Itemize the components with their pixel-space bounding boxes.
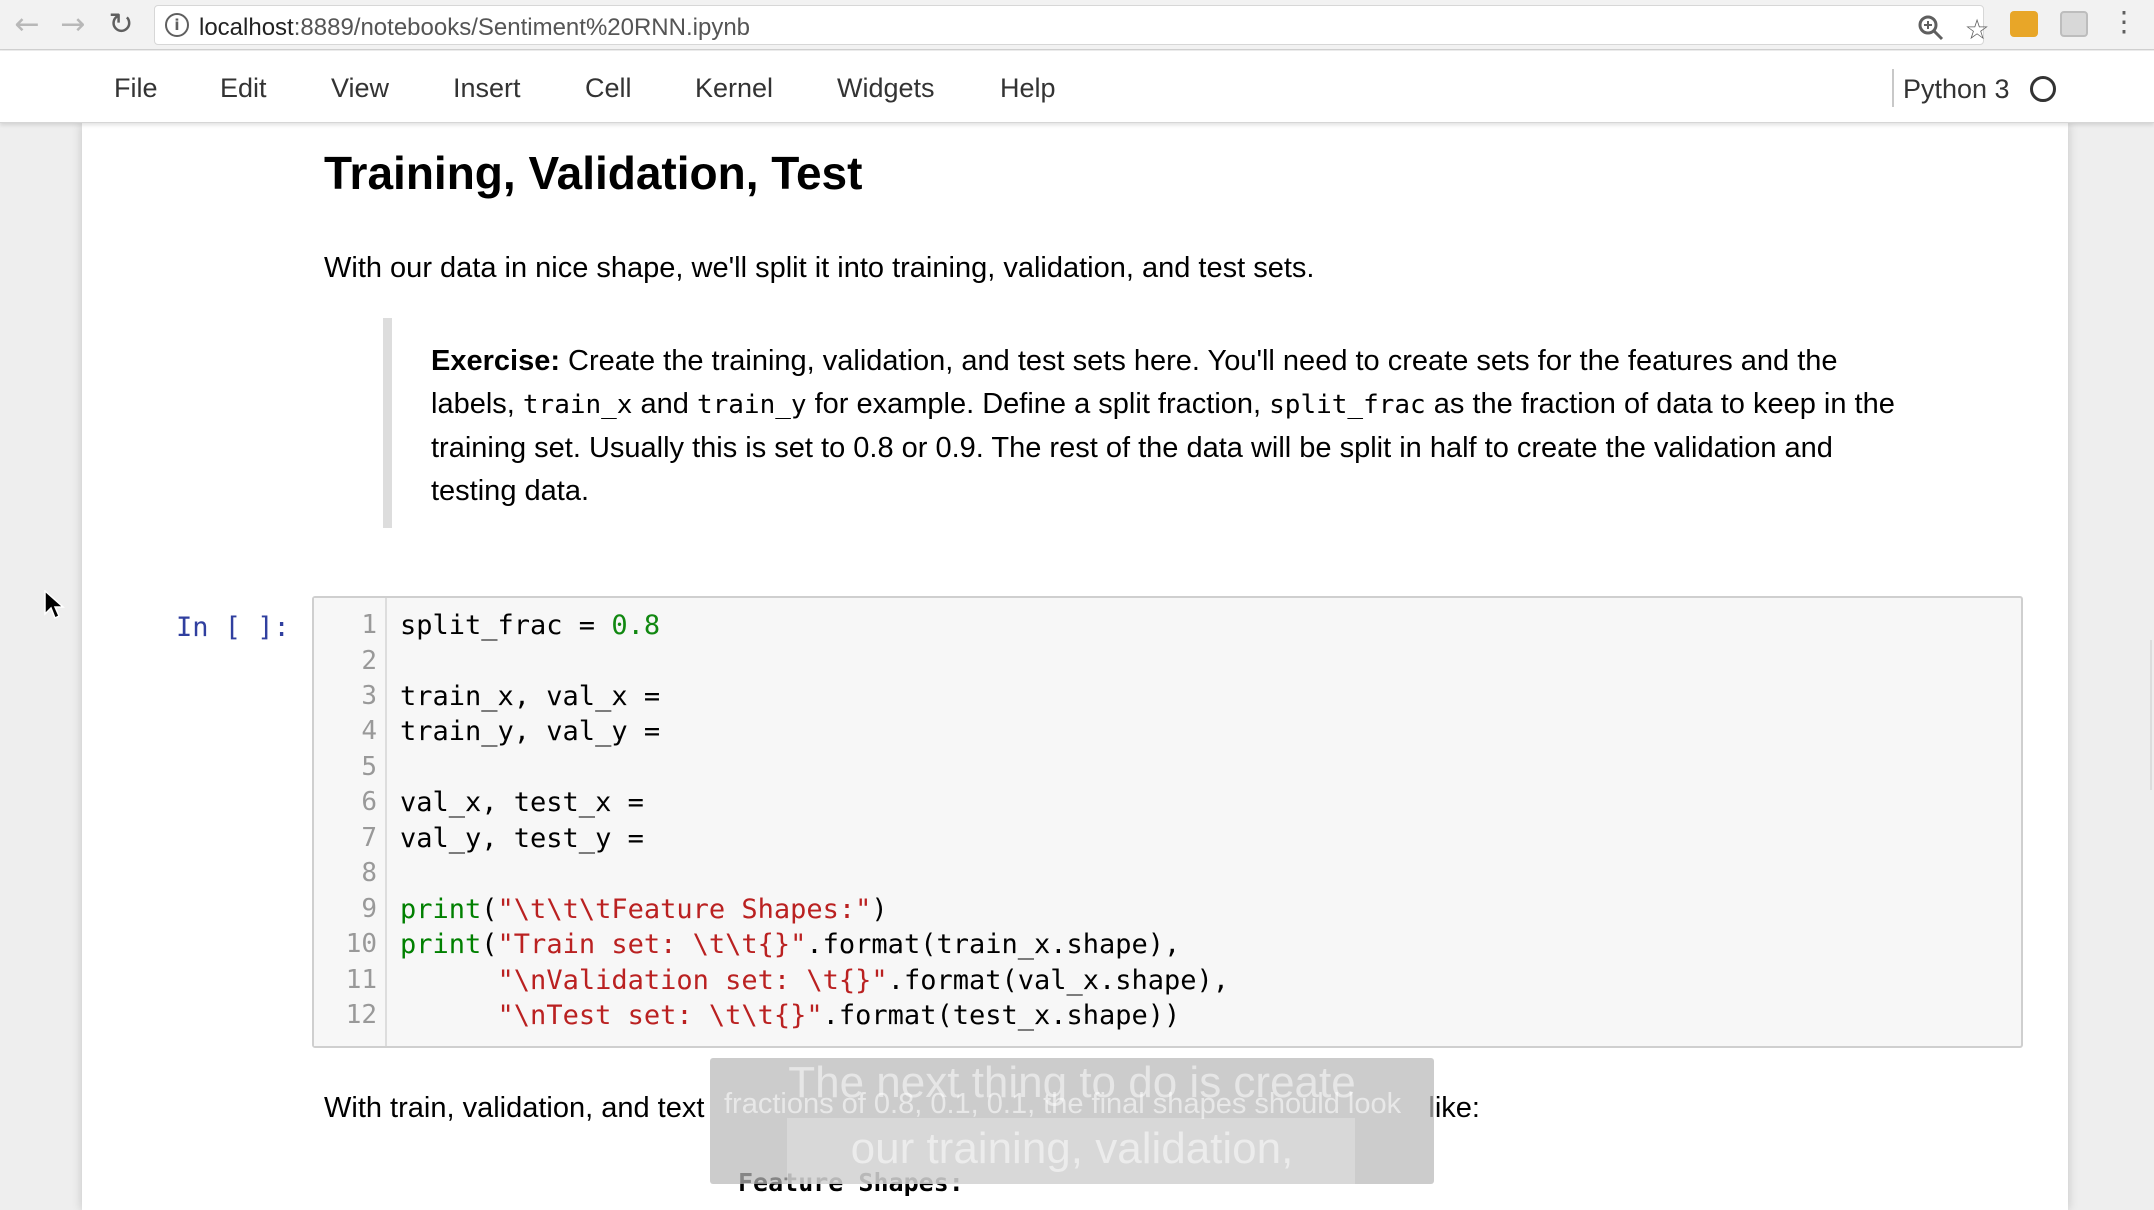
code-line-12: "\nTest set: \t\t{}".format(test_x.shape… [400,1000,1181,1031]
line-number-gutter: 1 2 3 4 5 6 7 8 9 10 11 12 [314,598,387,1046]
line-number: 10 [345,929,377,959]
code-line-1: split_frac = 0.8 [400,610,660,641]
line-number: 8 [361,858,377,888]
menu-kernel[interactable]: Kernel [695,73,773,104]
exercise-text-3: for example. Define a split fraction, [806,388,1270,420]
code-token: .format(test_x.shape)) [822,1000,1181,1031]
exercise-code-split-frac: split_frac [1269,390,1426,420]
caption-line-2: our training, validation, [850,1124,1294,1173]
code-number: 0.8 [611,610,661,641]
code-token: ( [481,929,498,960]
code-cell-editor[interactable]: 1 2 3 4 5 6 7 8 9 10 11 12 split_frac = … [312,596,2023,1048]
code-token: .format(val_x.shape), [887,965,1230,996]
mouse-cursor-icon [44,589,66,625]
exercise-label: Exercise: [431,345,560,377]
code-builtin: print [400,929,482,960]
line-number: 9 [361,894,377,924]
zoom-icon[interactable] [1915,14,1947,46]
url-path: :8889/notebooks/Sentiment%20RNN.ipynb [293,14,751,41]
exercise-code-train-x: train_x [522,390,633,420]
code-string: "\nTest set: \t\t{}" [497,1000,823,1031]
exercise-blockquote: Exercise: Create the training, validatio… [431,340,1921,513]
url-text[interactable]: localhost:8889/notebooks/Sentiment%20RNN… [199,14,750,42]
menu-file[interactable]: File [114,73,158,104]
star-icon[interactable]: ☆ [1961,14,1993,46]
code-builtin: print [400,894,482,925]
kernel-name[interactable]: Python 3 [1903,74,2010,105]
code-string: "\nValidation set: \t{}" [497,965,888,996]
blockquote-bar [383,318,392,528]
line-number: 7 [361,823,377,853]
scrollbar-edge [2150,640,2152,790]
code-token: .format(train_x.shape), [806,929,1181,960]
line-number: 2 [361,646,377,676]
after-text-start: With train, validation, and text [324,1092,705,1124]
kernel-divider [1892,69,1894,107]
line-number: 5 [361,752,377,782]
caption-line-1: The next thing to do is create [788,1058,1356,1107]
vertical-dots-icon[interactable]: ⋮ [2110,6,2138,38]
extension-icon-2[interactable] [2060,11,2088,37]
code-string: "Train set: \t\t{}" [497,929,807,960]
line-number: 3 [361,681,377,711]
code-line-9: print("\t\t\tFeature Shapes:") [400,894,888,925]
video-caption-overlay: fractions of 0.8, 0.1, 0.1, the final sh… [710,1058,1434,1184]
arrow-right-icon[interactable]: → [54,6,92,44]
exercise-code-train-y: train_y [696,390,807,420]
menu-widgets[interactable]: Widgets [837,73,935,104]
url-host: localhost [199,14,294,41]
code-token: split_frac = [400,610,612,641]
browser-toolbar: ← → ↻ i localhost:8889/notebooks/Sentime… [0,0,2154,50]
cell-prompt: In [ ]: [176,612,290,643]
section-heading: Training, Validation, Test [324,147,863,199]
intro-paragraph: With our data in nice shape, we'll split… [324,252,1315,284]
kernel-status-icon [2030,76,2056,102]
line-number: 12 [345,1000,377,1030]
arrow-left-icon[interactable]: ← [8,6,46,44]
code-line-6: val_x, test_x = [400,787,661,818]
code-token: ) [871,894,888,925]
exercise-text-2: and [632,388,697,420]
code-line-4: train_y, val_y = [400,716,677,747]
info-icon[interactable]: i [165,13,189,37]
code-token: ( [481,894,498,925]
menu-view[interactable]: View [331,73,389,104]
line-number: 4 [361,716,377,746]
after-text-end: like: [1428,1092,1480,1124]
extension-icon[interactable] [2010,11,2038,37]
code-line-3: train_x, val_x = [400,681,677,712]
code-string: "\t\t\tFeature Shapes:" [497,894,872,925]
address-bar[interactable]: i localhost:8889/notebooks/Sentiment%20R… [154,5,1990,46]
code-line-10: print("Train set: \t\t{}".format(train_x… [400,929,1180,960]
menu-edit[interactable]: Edit [220,73,267,104]
code-line-7: val_y, test_y = [400,823,661,854]
line-number: 1 [361,610,377,640]
notebook-menubar: File Edit View Insert Cell Kernel Widget… [0,51,2154,123]
menu-cell[interactable]: Cell [585,73,632,104]
reload-icon[interactable]: ↻ [102,6,140,44]
line-number: 11 [345,965,377,995]
menu-insert[interactable]: Insert [453,73,521,104]
menu-help[interactable]: Help [1000,73,1056,104]
line-number: 6 [361,787,377,817]
code-line-11: "\nValidation set: \t{}".format(val_x.sh… [400,965,1230,996]
